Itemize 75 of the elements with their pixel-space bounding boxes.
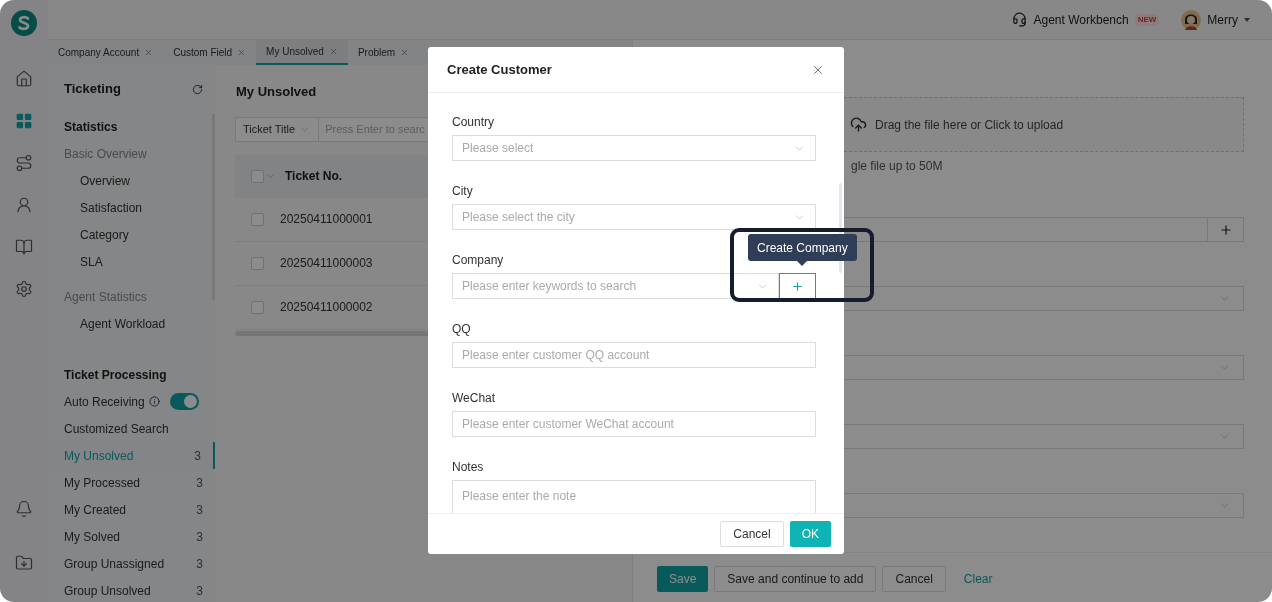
section-heading: Ticket Processing — [64, 366, 167, 384]
new-badge: NEW — [1134, 13, 1160, 26]
field-label: Country — [452, 114, 495, 129]
toggle-label: Auto Receiving — [64, 393, 145, 411]
grid-icon[interactable] — [15, 112, 33, 130]
sidebar-item[interactable]: SLA — [80, 252, 103, 271]
plus-icon — [791, 279, 804, 293]
form-button[interactable]: Save — [657, 565, 709, 592]
app-logo[interactable] — [11, 10, 37, 36]
input-field[interactable]: Please enter customer WeChat account — [452, 411, 816, 437]
filter-dropdown[interactable]: Ticket Title — [236, 117, 320, 141]
tab[interactable]: Problem — [347, 40, 420, 65]
field-label: Notes — [452, 459, 484, 474]
sidebar-item[interactable]: My Processed 3 — [48, 469, 215, 496]
refresh-icon[interactable] — [192, 83, 203, 95]
field-label: Company — [452, 252, 504, 267]
close-icon[interactable] — [328, 47, 338, 56]
table-cell-text: 20250411000003 — [280, 255, 374, 272]
field-label: City — [452, 183, 473, 198]
tab[interactable]: Custom Field — [163, 40, 257, 65]
sidebar-item[interactable]: Category — [80, 225, 129, 244]
sidebar-item[interactable]: Group Unassigned 3 — [48, 550, 215, 577]
sidebar-item[interactable]: My Created 3 — [48, 496, 215, 523]
table-cell-text: 20250411000001 — [280, 211, 374, 228]
group-label: Basic Overview — [64, 145, 147, 163]
dialog-button[interactable]: Cancel — [720, 521, 784, 547]
table-cell-text: 20250411000002 — [280, 299, 374, 316]
upload-icon — [850, 116, 867, 133]
close-icon[interactable] — [144, 48, 154, 57]
input-field[interactable]: Please enter customer QQ account — [452, 342, 816, 368]
clear-link[interactable]: Clear — [951, 565, 1005, 592]
info-icon[interactable] — [148, 396, 160, 407]
close-icon[interactable] — [400, 48, 410, 57]
headset-icon[interactable] — [1012, 12, 1028, 27]
checkbox[interactable] — [251, 300, 264, 314]
workbench-link[interactable]: Agent Workbench — [1033, 10, 1129, 29]
tab[interactable]: Company Account — [48, 40, 164, 65]
sidebar-item[interactable]: Group Unsolved 3 — [48, 577, 215, 602]
user-icon[interactable] — [15, 196, 33, 214]
caret-icon — [1244, 17, 1250, 22]
sidebar-item[interactable]: Customized Search — [64, 419, 169, 438]
checkbox[interactable] — [251, 212, 264, 226]
field-label: WeChat — [452, 390, 496, 405]
field-label: QQ — [452, 321, 471, 336]
book-icon[interactable] — [15, 238, 33, 256]
avatar-icon[interactable] — [1181, 9, 1202, 30]
settings-icon[interactable] — [15, 280, 33, 298]
dialog-button[interactable]: OK — [789, 521, 831, 547]
upload-hint: gle file up to 50M — [851, 158, 943, 175]
close-icon[interactable] — [237, 48, 247, 57]
route-icon[interactable] — [15, 154, 33, 172]
user-name[interactable]: Merry — [1207, 10, 1238, 29]
checkbox[interactable] — [251, 169, 264, 183]
dialog-title: Create Customer — [447, 60, 552, 79]
bell-icon[interactable] — [15, 500, 33, 518]
select-field[interactable]: Please select the city — [452, 204, 816, 230]
section-heading: Statistics — [64, 118, 118, 136]
sidebar-item[interactable]: Overview — [80, 171, 130, 190]
group-label: Agent Statistics — [64, 288, 147, 306]
tooltip: Create Company — [748, 234, 857, 266]
column-header: Ticket No. — [285, 168, 344, 185]
sidebar-item[interactable]: Agent Workload — [80, 314, 166, 333]
list-title: My Unsolved — [236, 83, 318, 101]
sidebar-title: Ticketing — [64, 80, 121, 99]
tooltip-arrow-icon — [797, 261, 808, 266]
toggle-switch[interactable] — [170, 393, 199, 410]
checkbox[interactable] — [251, 256, 264, 270]
sidebar-item[interactable]: Satisfaction — [80, 198, 143, 217]
home-icon[interactable] — [15, 70, 33, 88]
tab[interactable]: My Unsolved — [256, 40, 348, 65]
form-button[interactable]: Save and continue to add — [714, 565, 877, 592]
form-button[interactable]: Cancel — [882, 565, 946, 592]
plus-icon — [1218, 222, 1233, 237]
folder-download-icon[interactable] — [15, 554, 33, 572]
sidebar-item[interactable]: My Solved 3 — [48, 523, 215, 550]
